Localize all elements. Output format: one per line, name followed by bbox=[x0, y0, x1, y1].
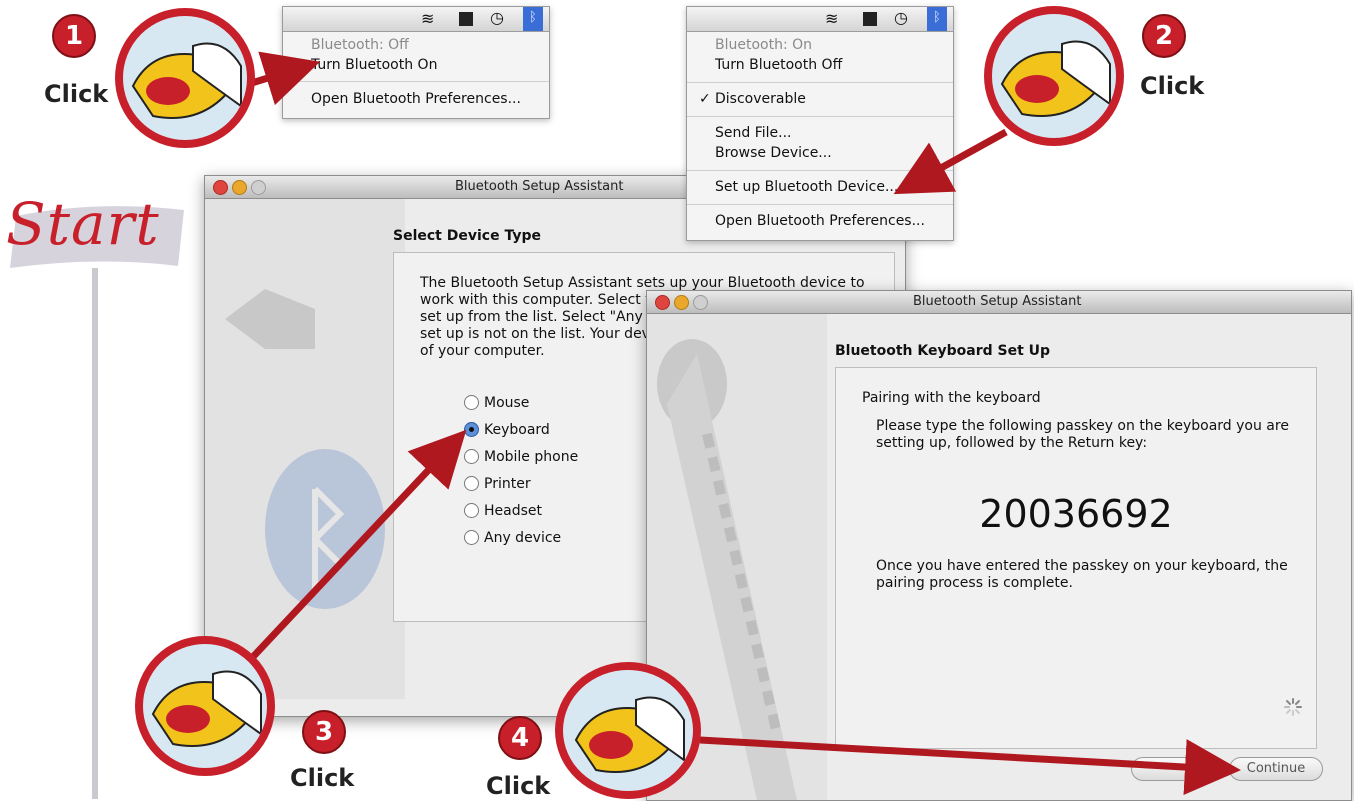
menu-item-discoverable[interactable]: Discoverable bbox=[715, 91, 806, 107]
instruction-line: Please type the following passkey on the… bbox=[876, 418, 1289, 434]
radio-button[interactable] bbox=[464, 502, 479, 518]
continue-button[interactable]: Continue bbox=[1229, 757, 1323, 781]
timeline-line bbox=[92, 268, 98, 799]
step-number-badge: 2 bbox=[1142, 14, 1186, 58]
bluetooth-icon[interactable]: ᛒ bbox=[523, 7, 543, 31]
close-button[interactable] bbox=[655, 295, 670, 310]
time-machine-icon[interactable]: ◷ bbox=[490, 8, 504, 27]
after-line: Once you have entered the passkey on you… bbox=[876, 558, 1288, 574]
setup-assistant-window-keyboard: Bluetooth Setup Assistant Bluetooth Keyb… bbox=[646, 290, 1352, 801]
wifi-icon[interactable]: ≋ bbox=[421, 9, 434, 28]
menu-separator bbox=[283, 81, 549, 82]
menu-bar-extras: ≋ ◷ ᛒ bbox=[687, 7, 953, 32]
menu-bar-extras: ≋ ◷ ᛒ bbox=[283, 7, 549, 32]
step-click-label: Click bbox=[486, 772, 551, 800]
section-heading: Bluetooth Keyboard Set Up bbox=[835, 343, 1051, 359]
wifi-icon[interactable]: ≋ bbox=[825, 9, 838, 28]
radio-keyboard[interactable]: Keyboard bbox=[464, 421, 550, 444]
radio-mouse[interactable]: Mouse bbox=[464, 394, 530, 417]
radio-button[interactable] bbox=[464, 394, 479, 410]
radio-label: Mobile phone bbox=[484, 449, 579, 465]
radio-label: Printer bbox=[484, 476, 531, 492]
menu-separator bbox=[687, 82, 953, 83]
title-bar[interactable]: Bluetooth Setup Assistant bbox=[647, 291, 1351, 314]
radio-label: Keyboard bbox=[484, 422, 550, 438]
menu-separator bbox=[687, 116, 953, 117]
menu-item-browse-device[interactable]: Browse Device... bbox=[715, 145, 832, 161]
menu-item-preferences[interactable]: Open Bluetooth Preferences... bbox=[715, 213, 925, 229]
bluetooth-menu-on: ≋ ◷ ᛒ Bluetooth: On Turn Bluetooth Off ✓… bbox=[686, 6, 954, 241]
instruction-line: setting up, followed by the Return key: bbox=[876, 435, 1148, 451]
step-number-badge: 1 bbox=[52, 14, 96, 58]
menu-item-preferences[interactable]: Open Bluetooth Preferences... bbox=[311, 91, 521, 107]
step-number-badge: 4 bbox=[498, 716, 542, 760]
zoom-button[interactable] bbox=[251, 180, 266, 195]
bluetooth-menu-off: ≋ ◷ ᛒ Bluetooth: Off Turn Bluetooth On O… bbox=[282, 6, 550, 119]
radio-button[interactable] bbox=[464, 448, 479, 464]
passkey: 20036692 bbox=[979, 492, 1173, 536]
after-line: pairing process is complete. bbox=[876, 575, 1073, 591]
start-label: Start bbox=[6, 190, 160, 258]
menu-item-setup-device[interactable]: Set up Bluetooth Device... bbox=[715, 179, 898, 195]
flag-icon[interactable] bbox=[459, 12, 473, 26]
radio-label: Headset bbox=[484, 503, 543, 519]
radio-label: Any device bbox=[484, 530, 562, 546]
menu-item-send-file[interactable]: Send File... bbox=[715, 125, 792, 141]
mouse-click-illustration-icon bbox=[135, 636, 275, 776]
menu-item-status: Bluetooth: On bbox=[715, 37, 813, 53]
minimize-button[interactable] bbox=[674, 295, 689, 310]
zoom-button[interactable] bbox=[693, 295, 708, 310]
intro-line: set up is not on the list. Your dev bbox=[420, 326, 650, 342]
menu-separator bbox=[687, 170, 953, 171]
go-back-button[interactable] bbox=[1131, 757, 1217, 781]
intro-line: of your computer. bbox=[420, 343, 545, 359]
radio-printer[interactable]: Printer bbox=[464, 475, 531, 498]
menu-item-turn-off[interactable]: Turn Bluetooth Off bbox=[715, 57, 842, 73]
radio-button[interactable] bbox=[464, 475, 479, 491]
time-machine-icon[interactable]: ◷ bbox=[894, 8, 908, 27]
radio-any-device[interactable]: Any device bbox=[464, 529, 562, 552]
step-click-label: Click bbox=[44, 80, 109, 108]
intro-line: The Bluetooth Setup Assistant sets up yo… bbox=[420, 275, 865, 291]
tuxedo-watermark-image bbox=[205, 199, 405, 699]
step-number-badge: 3 bbox=[302, 710, 346, 754]
step-click-label: Click bbox=[290, 764, 355, 792]
radio-button[interactable] bbox=[464, 529, 479, 545]
mouse-click-illustration-icon bbox=[115, 8, 255, 148]
spinner-icon bbox=[1284, 698, 1302, 716]
step-click-label: Click bbox=[1140, 72, 1205, 100]
pairing-subheading: Pairing with the keyboard bbox=[862, 390, 1041, 406]
intro-line: work with this computer. Select th bbox=[420, 292, 660, 308]
flag-icon[interactable] bbox=[863, 12, 877, 26]
radio-label: Mouse bbox=[484, 395, 530, 411]
radio-headset[interactable]: Headset bbox=[464, 502, 543, 525]
pairing-panel: Pairing with the keyboard Please type th… bbox=[835, 367, 1317, 749]
window-title: Bluetooth Setup Assistant bbox=[455, 179, 624, 194]
radio-mobile-phone[interactable]: Mobile phone bbox=[464, 448, 579, 471]
device-type-list: Mouse Keyboard Mobile phone Printer Head… bbox=[464, 394, 664, 565]
window-title: Bluetooth Setup Assistant bbox=[913, 294, 1082, 309]
mouse-click-illustration-icon bbox=[984, 6, 1124, 146]
minimize-button[interactable] bbox=[232, 180, 247, 195]
section-heading: Select Device Type bbox=[393, 228, 541, 244]
menu-item-status: Bluetooth: Off bbox=[311, 37, 409, 53]
radio-button-selected[interactable] bbox=[464, 421, 479, 437]
menu-separator bbox=[687, 204, 953, 205]
bluetooth-icon[interactable]: ᛒ bbox=[927, 7, 947, 31]
checkmark-icon: ✓ bbox=[699, 91, 711, 107]
intro-line: set up from the list. Select "Any d bbox=[420, 309, 657, 325]
mouse-click-illustration-icon bbox=[555, 662, 701, 799]
close-button[interactable] bbox=[213, 180, 228, 195]
menu-item-turn-on[interactable]: Turn Bluetooth On bbox=[311, 57, 437, 73]
